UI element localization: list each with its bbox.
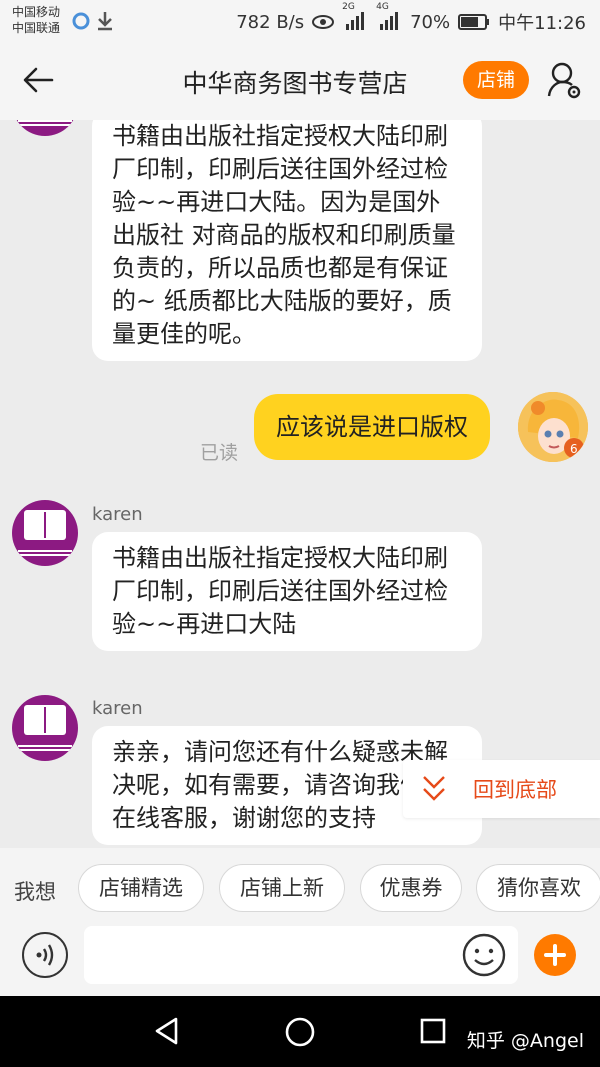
voice-icon[interactable] — [22, 932, 68, 978]
chat-header: 中华商务图书专营店 店铺 — [0, 40, 600, 120]
message-bubble[interactable]: 书籍由出版社指定授权大陆印刷厂印制，印刷后送往国外经过检验~~再进口大陆 — [92, 532, 482, 651]
input-bar — [0, 922, 600, 996]
message-text: 亲亲，请问您还有什么疑惑未解决呢，如有需要，请咨询我们的在线客服，谢谢您的支持 — [112, 738, 448, 832]
message-bubble[interactable]: 书籍由出版社指定授权大陆印刷厂印制，印刷后送往国外经过检验~~再进口大陆。因为是… — [92, 120, 482, 361]
signal-4g: 4G — [376, 2, 402, 33]
tag-shop-selection[interactable]: 店铺精选 — [78, 864, 204, 912]
recents-square-icon[interactable] — [420, 1018, 446, 1044]
svg-text:6: 6 — [570, 442, 578, 456]
avatar-logo — [24, 705, 66, 735]
quick-tags: 我想 店铺精选 店铺上新 优惠券 猜你喜欢 — [0, 848, 600, 922]
emoji-icon[interactable] — [461, 932, 507, 978]
plus-button[interactable] — [534, 934, 576, 976]
battery-percent: 70% — [410, 11, 451, 33]
user-settings-icon[interactable] — [546, 60, 582, 100]
shop-button[interactable]: 店铺 — [463, 61, 529, 99]
watermark: 知乎 @Angel — [466, 1030, 584, 1052]
message-text: 书籍由出版社指定授权大陆印刷厂印制，印刷后送往国外经过检验~~再进口大陆。因为是… — [112, 122, 456, 348]
my-message-bubble[interactable]: 应该说是进口版权 — [254, 394, 490, 460]
tag-guess-you-like[interactable]: 猜你喜欢 — [476, 864, 600, 912]
shop-avatar[interactable] — [12, 120, 78, 136]
shop-avatar[interactable] — [12, 695, 78, 761]
clock: 中午11:26 — [498, 13, 586, 34]
carrier-info: 中国移动 中国联通 — [12, 4, 60, 36]
status-bar: 中国移动 中国联通 782 B/s 2G 4G 70% 中午11:26 — [0, 0, 600, 40]
chat-area[interactable]: 书籍由出版社指定授权大陆印刷厂印制，印刷后送往国外经过检验~~再进口大陆。因为是… — [0, 120, 600, 848]
shop-avatar[interactable] — [12, 500, 78, 566]
message-text: 应该说是进口版权 — [276, 413, 468, 441]
network-speed: 782 B/s — [236, 11, 305, 33]
signal-icon — [346, 11, 365, 30]
system-nav-bar: 知乎 @Angel — [0, 996, 600, 1067]
sync-icon — [72, 12, 90, 30]
read-status: 已读 — [200, 442, 239, 464]
carrier-2: 中国联通 — [12, 21, 61, 35]
quick-tags-prefix: 我想 — [14, 880, 56, 904]
download-icon — [98, 12, 112, 31]
battery-icon — [458, 14, 490, 30]
signal-icon — [380, 11, 399, 30]
eye-icon — [312, 15, 335, 29]
message-text: 书籍由出版社指定授权大陆印刷厂印制，印刷后送往国外经过检验~~再进口大陆 — [112, 544, 448, 638]
my-avatar[interactable]: 6 — [518, 392, 588, 462]
double-chevron-down-icon — [423, 776, 445, 801]
sender-name: karen — [92, 698, 143, 719]
back-triangle-icon[interactable] — [152, 1016, 182, 1046]
sender-name: karen — [92, 504, 143, 525]
avatar-logo — [24, 510, 66, 540]
home-circle-icon[interactable] — [284, 1016, 316, 1048]
status-right: 782 B/s 2G 4G 70% 中午11:26 — [236, 2, 586, 35]
tag-coupons[interactable]: 优惠券 — [360, 864, 462, 912]
carrier-1: 中国移动 — [12, 5, 61, 19]
scroll-to-bottom-label: 回到底部 — [473, 778, 557, 802]
message-input[interactable] — [84, 926, 518, 984]
scroll-to-bottom-button[interactable]: 回到底部 — [403, 760, 600, 818]
signal-2g: 2G — [342, 2, 368, 33]
tag-shop-new[interactable]: 店铺上新 — [219, 864, 345, 912]
avatar-image: 6 — [518, 392, 588, 462]
